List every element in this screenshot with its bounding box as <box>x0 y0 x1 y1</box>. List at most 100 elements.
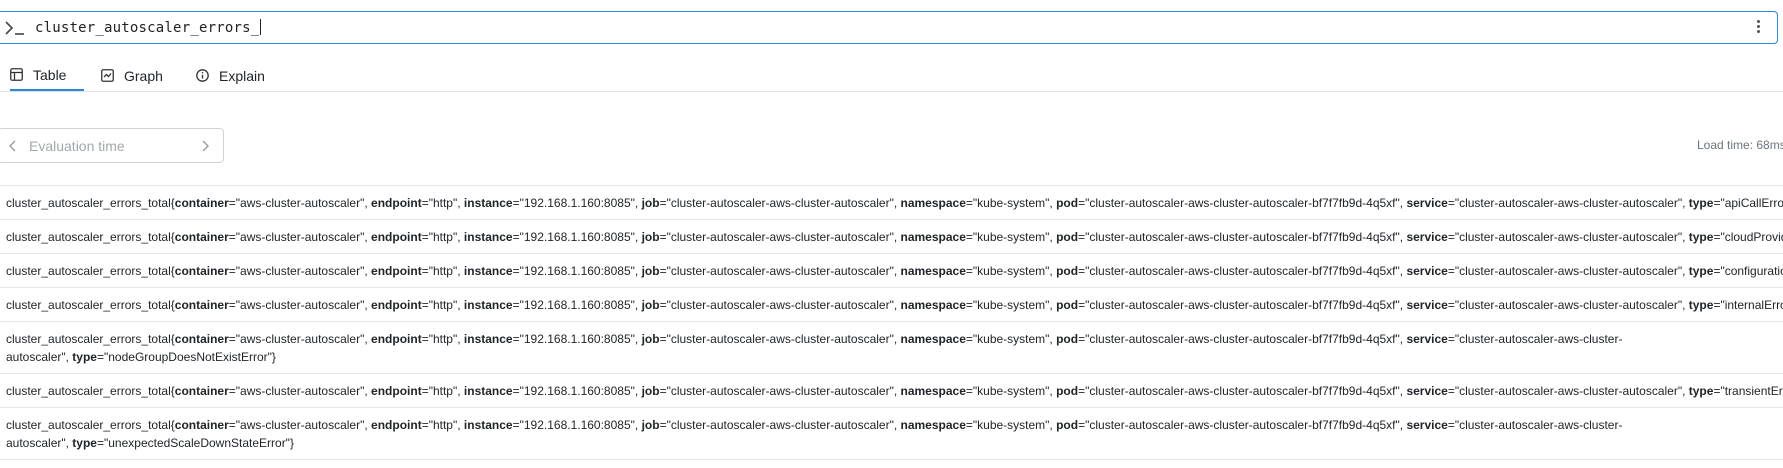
label-name: instance <box>463 230 513 244</box>
query-bar[interactable]: cluster_autoscaler_errors_ <box>0 11 1778 44</box>
chevron-right-icon[interactable] <box>199 139 211 153</box>
metric-name: cluster_autoscaler_errors_total{ <box>6 418 175 432</box>
label-value: ="cluster-autoscaler-aws-cluster-autosca… <box>659 230 901 244</box>
label-value: ="192.168.1.160:8085", <box>512 196 642 210</box>
label-name: container <box>174 418 229 432</box>
label-name: job <box>641 384 660 398</box>
label-value: ="http", <box>421 418 464 432</box>
label-name: job <box>641 298 660 312</box>
label-value: ="cluster-autoscaler-aws-cluster-autosca… <box>1078 264 1407 278</box>
label-value: ="cluster-autoscaler-aws-cluster-autosca… <box>659 264 901 278</box>
label-name: job <box>641 332 660 346</box>
evaluation-time-picker[interactable]: Evaluation time <box>0 128 224 163</box>
label-name: instance <box>463 418 513 432</box>
label-name: namespace <box>900 418 966 432</box>
label-value: ="192.168.1.160:8085", <box>512 418 642 432</box>
label-value: ="192.168.1.160:8085", <box>512 298 642 312</box>
load-time: Load time: 68ms <box>1697 138 1783 152</box>
label-value: ="aws-cluster-autoscaler", <box>228 298 372 312</box>
table-row: cluster_autoscaler_errors_total{containe… <box>0 321 1783 373</box>
label-value: ="cluster-autoscaler-aws-cluster-autosca… <box>659 196 901 210</box>
label-name: instance <box>463 384 513 398</box>
label-value: ="cluster-autoscaler-aws-cluster-autosca… <box>1447 230 1689 244</box>
label-value: ="unexpectedScaleDownStateError" <box>96 436 290 450</box>
label-name: endpoint <box>371 418 422 432</box>
metric-name: cluster_autoscaler_errors_total{ <box>6 384 175 398</box>
tab-graph[interactable]: Graph <box>101 60 163 91</box>
label-name: endpoint <box>371 196 422 210</box>
label-name: endpoint <box>371 264 422 278</box>
label-value: ="apiCallError" <box>1713 196 1783 210</box>
label-value: ="cluster-autoscaler-aws-cluster-autosca… <box>1447 298 1689 312</box>
label-value: ="aws-cluster-autoscaler", <box>228 384 372 398</box>
label-name: job <box>641 264 660 278</box>
label-value: ="cluster-autoscaler-aws-cluster-autosca… <box>1078 230 1407 244</box>
label-value: ="cluster-autoscaler-aws-cluster-autosca… <box>1078 332 1407 346</box>
more-options-icon[interactable] <box>1757 20 1761 36</box>
label-value: ="kube-system", <box>965 298 1057 312</box>
evaluation-time-placeholder[interactable]: Evaluation time <box>29 138 125 154</box>
tab-table[interactable]: Table <box>10 60 84 91</box>
terminal-prompt-icon <box>5 21 24 35</box>
label-value: ="cluster-autoscaler-aws-cluster-autosca… <box>1078 418 1407 432</box>
label-value: ="http", <box>421 196 464 210</box>
label-value: ="kube-system", <box>965 384 1057 398</box>
chevron-left-icon[interactable] <box>7 139 19 153</box>
label-name: job <box>641 230 660 244</box>
label-name: job <box>641 196 660 210</box>
label-name: pod <box>1056 264 1079 278</box>
label-name: type <box>1688 230 1714 244</box>
label-name: service <box>1406 298 1448 312</box>
label-value: ="http", <box>421 230 464 244</box>
label-value: ="kube-system", <box>965 418 1057 432</box>
label-name: type <box>72 350 97 364</box>
label-value: ="configurationError" <box>1713 264 1783 278</box>
label-value: ="aws-cluster-autoscaler", <box>228 230 372 244</box>
text-cursor <box>260 19 262 35</box>
label-name: endpoint <box>371 332 422 346</box>
label-name: service <box>1406 384 1448 398</box>
graph-icon <box>101 69 114 82</box>
label-name: pod <box>1056 298 1079 312</box>
panel-tabs: Table Graph Explain <box>0 60 1783 92</box>
label-name: instance <box>463 332 513 346</box>
metric-name: cluster_autoscaler_errors_total{ <box>6 264 175 278</box>
table-row: cluster_autoscaler_errors_total{containe… <box>0 185 1783 219</box>
label-name: pod <box>1056 418 1079 432</box>
tab-explain-label: Explain <box>219 67 265 84</box>
label-name: service <box>1406 418 1448 432</box>
label-name: type <box>1688 298 1714 312</box>
label-name: endpoint <box>371 298 422 312</box>
metric-close-brace: } <box>271 350 276 364</box>
label-value: ="transientError" <box>1713 384 1783 398</box>
label-name: endpoint <box>371 384 422 398</box>
results-table: cluster_autoscaler_errors_total{containe… <box>0 185 1783 460</box>
label-name: container <box>174 196 229 210</box>
label-name: instance <box>463 298 513 312</box>
label-value: ="cluster-autoscaler-aws-cluster-autosca… <box>1078 384 1407 398</box>
label-name: namespace <box>900 264 966 278</box>
info-icon <box>196 69 209 82</box>
label-value: ="cluster-autoscaler-aws-cluster-autosca… <box>1078 298 1407 312</box>
tab-explain[interactable]: Explain <box>196 60 265 91</box>
label-name: container <box>174 332 229 346</box>
label-name: type <box>72 436 97 450</box>
label-name: job <box>641 418 660 432</box>
label-value: ="http", <box>421 332 464 346</box>
label-value: ="kube-system", <box>965 196 1057 210</box>
label-name: instance <box>463 264 513 278</box>
table-row: cluster_autoscaler_errors_total{containe… <box>0 287 1783 321</box>
table-row: cluster_autoscaler_errors_total{containe… <box>0 373 1783 407</box>
expression-input[interactable]: cluster_autoscaler_errors_ <box>35 19 262 36</box>
label-value: ="192.168.1.160:8085", <box>512 264 642 278</box>
tab-graph-label: Graph <box>124 67 163 84</box>
label-name: container <box>174 264 229 278</box>
label-value: ="http", <box>421 384 464 398</box>
label-value: ="kube-system", <box>965 264 1057 278</box>
label-value: ="aws-cluster-autoscaler", <box>228 264 372 278</box>
metric-name: cluster_autoscaler_errors_total{ <box>6 298 175 312</box>
label-value: ="http", <box>421 298 464 312</box>
table-row: cluster_autoscaler_errors_total{containe… <box>0 407 1783 460</box>
label-name: pod <box>1056 332 1079 346</box>
label-value: ="cluster-autoscaler-aws-cluster-autosca… <box>1447 264 1689 278</box>
